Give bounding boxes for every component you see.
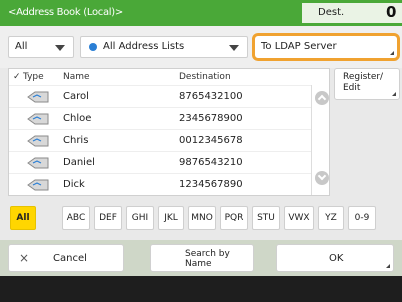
chevron-down-icon <box>317 171 327 181</box>
list-header: ✓ Type Name Destination <box>9 69 329 85</box>
checkmark-icon: ✓ <box>13 72 21 82</box>
type-select[interactable]: All <box>8 36 74 58</box>
list-item[interactable]: Daniel 9876543210 <box>9 151 311 173</box>
scroll-down-button[interactable] <box>315 171 329 185</box>
cancel-button[interactable]: × Cancel <box>8 244 124 272</box>
entry-destination: 0012345678 <box>179 135 243 146</box>
search-by-name-label: Search by Name <box>185 249 230 269</box>
address-entry-icon <box>27 91 49 103</box>
address-entry-icon <box>27 157 49 169</box>
entry-destination: 2345678900 <box>179 113 243 124</box>
index-key-pqr[interactable]: PQR <box>220 206 248 230</box>
address-list-icon <box>89 43 97 51</box>
close-icon: × <box>19 251 30 265</box>
more-options-icon <box>392 92 396 96</box>
entry-name: Dick <box>63 179 85 190</box>
ldap-button-label: To LDAP Server <box>261 41 337 52</box>
index-key-ghi[interactable]: GHI <box>126 206 154 230</box>
type-select-value: All <box>15 41 28 52</box>
index-key-stu[interactable]: STU <box>252 206 280 230</box>
index-key-yz[interactable]: YZ <box>318 206 344 230</box>
list-item[interactable]: Dick 1234567890 <box>9 173 311 195</box>
list-item[interactable]: Chloe 2345678900 <box>9 107 311 129</box>
address-entry-icon <box>27 179 49 191</box>
index-key-all[interactable]: All <box>10 206 36 230</box>
address-list-value: All Address Lists <box>103 41 185 52</box>
index-key-abc[interactable]: ABC <box>62 206 90 230</box>
register-edit-button[interactable]: Register/ Edit <box>334 68 400 100</box>
entry-name: Daniel <box>63 157 95 168</box>
entry-destination: 9876543210 <box>179 157 243 168</box>
chevron-down-icon <box>229 45 239 51</box>
entry-destination: 8765432100 <box>179 91 243 102</box>
to-ldap-server-button[interactable]: To LDAP Server <box>252 33 400 61</box>
cancel-label: Cancel <box>53 253 87 264</box>
footer-bar <box>0 276 402 302</box>
screen-title: <Address Book (Local)> <box>8 7 123 18</box>
address-book-screen: <Address Book (Local)> Dest. 0 All All A… <box>0 0 402 302</box>
entry-name: Carol <box>63 91 89 102</box>
index-key-jkl[interactable]: JKL <box>158 206 184 230</box>
ok-label: OK <box>329 253 344 264</box>
dest-count: 0 <box>386 3 397 21</box>
dest-label: Dest. <box>318 7 345 18</box>
column-destination: Destination <box>179 72 231 82</box>
search-by-name-button[interactable]: Search by Name <box>150 244 254 272</box>
index-key-0-9[interactable]: 0-9 <box>348 206 376 230</box>
chevron-up-icon <box>317 94 327 104</box>
header-bar: <Address Book (Local)> Dest. 0 <box>0 0 402 26</box>
more-options-icon <box>386 264 390 268</box>
chevron-down-icon <box>55 45 65 51</box>
address-entry-icon <box>27 135 49 147</box>
index-key-def[interactable]: DEF <box>94 206 122 230</box>
scroll-up-button[interactable] <box>315 91 329 105</box>
list-item[interactable]: Carol 8765432100 <box>9 85 311 107</box>
list-item[interactable]: Chris 0012345678 <box>9 129 311 151</box>
register-edit-label: Register/ Edit <box>343 72 384 93</box>
address-list-select[interactable]: All Address Lists <box>80 36 248 58</box>
more-options-icon <box>390 51 394 55</box>
index-key-mno[interactable]: MNO <box>188 206 216 230</box>
column-name: Name <box>63 72 90 82</box>
index-key-vwx[interactable]: VWX <box>284 206 314 230</box>
address-list: ✓ Type Name Destination Carol 8765432100… <box>8 68 330 196</box>
entry-name: Chris <box>63 135 89 146</box>
list-scrollbar[interactable] <box>311 85 329 195</box>
entry-destination: 1234567890 <box>179 179 243 190</box>
column-type: Type <box>23 72 44 82</box>
entry-name: Chloe <box>63 113 92 124</box>
address-entry-icon <box>27 113 49 125</box>
ok-button[interactable]: OK <box>276 244 394 272</box>
